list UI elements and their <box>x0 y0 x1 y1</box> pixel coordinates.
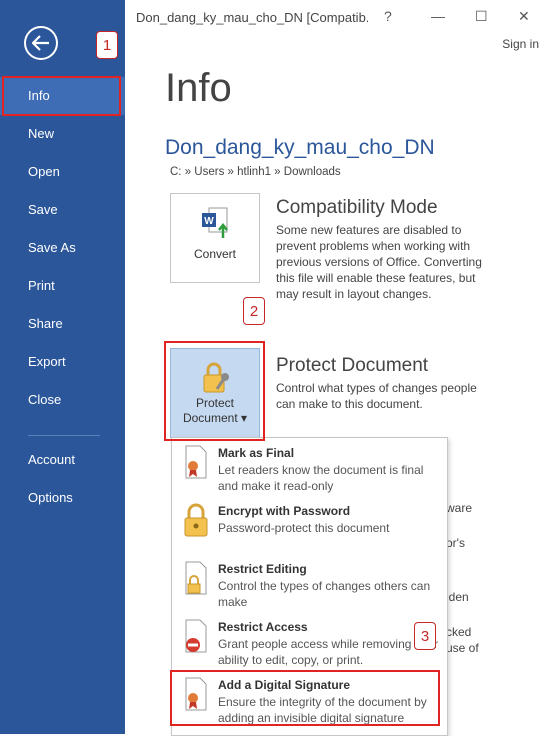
background-text-fragment: cked <box>446 625 472 639</box>
back-arrow-icon <box>32 35 49 51</box>
sign-in-link[interactable]: Sign in <box>502 37 539 51</box>
background-text-fragment: use of <box>446 641 479 655</box>
background-text-fragment: lden <box>446 590 469 604</box>
menu-item-desc: Password-protect this document <box>218 521 390 535</box>
ribbon-document-icon <box>185 445 207 479</box>
sidebar-item-label: Print <box>28 278 55 293</box>
sidebar-item-label: Options <box>28 490 73 505</box>
menu-item-desc: Control the types of changes others can … <box>218 579 431 609</box>
sidebar-item-share[interactable]: Share <box>0 305 125 343</box>
word-convert-icon: W <box>202 207 228 238</box>
lock-icon <box>184 503 208 537</box>
menu-item-restrict-editing[interactable]: Restrict Editing Control the types of ch… <box>172 554 447 612</box>
document-name: Don_dang_ky_mau_cho_DN <box>165 136 435 159</box>
protect-document-title: Protect Document <box>276 355 429 376</box>
convert-button-label: Convert <box>193 247 237 261</box>
callout-number-3: 3 <box>414 622 436 650</box>
minimize-button[interactable]: — <box>431 8 445 24</box>
sidebar-item-save-as[interactable]: Save As <box>0 229 125 267</box>
callout-number-1: 1 <box>96 31 118 59</box>
menu-item-encrypt-with-password[interactable]: Encrypt with Password Password-protect t… <box>172 496 447 554</box>
sidebar-item-label: Save <box>28 202 58 217</box>
sidebar-item-export[interactable]: Export <box>0 343 125 381</box>
callout-highlight-signature <box>170 670 440 726</box>
protect-document-desc: Control what types of changes people can… <box>276 381 477 411</box>
convert-button[interactable]: W Convert <box>170 193 260 283</box>
svg-text:W: W <box>204 216 214 227</box>
callout-highlight-info <box>2 76 121 116</box>
sidebar-item-label: Open <box>28 164 60 179</box>
page-title: Info <box>165 66 232 110</box>
sidebar-item-label: Close <box>28 392 62 407</box>
menu-item-title: Restrict Access <box>218 620 308 634</box>
no-entry-document-icon <box>185 619 207 653</box>
sidebar-item-account[interactable]: Account <box>0 441 125 479</box>
sidebar-item-label: Save As <box>28 240 76 255</box>
back-arrow-button[interactable] <box>24 26 58 60</box>
sidebar-item-new[interactable]: New <box>0 115 125 153</box>
menu-item-title: Encrypt with Password <box>218 504 351 518</box>
menu-item-title: Mark as Final <box>218 446 295 460</box>
sidebar-item-options[interactable]: Options <box>0 479 125 517</box>
sidebar-item-label: Account <box>28 452 75 467</box>
callout-highlight-protect <box>164 341 265 441</box>
compatibility-mode-title: Compatibility Mode <box>276 197 438 218</box>
compatibility-mode-desc: Some new features are disabled to preven… <box>276 223 482 301</box>
sidebar-item-label: Share <box>28 316 63 331</box>
lock-document-icon <box>185 561 207 595</box>
document-path[interactable]: C: » Users » htlinh1 » Downloads <box>170 166 341 178</box>
close-window-button[interactable]: ✕ <box>518 8 530 25</box>
callout-number-2: 2 <box>243 297 265 325</box>
sidebar-divider <box>28 435 100 436</box>
sidebar-item-save[interactable]: Save <box>0 191 125 229</box>
help-button[interactable]: ? <box>384 8 392 24</box>
maximize-button[interactable]: ☐ <box>475 8 488 25</box>
menu-item-restrict-access[interactable]: Restrict Access Grant people access whil… <box>172 612 447 670</box>
sidebar-item-close[interactable]: Close <box>0 381 125 419</box>
menu-item-title: Restrict Editing <box>218 562 307 576</box>
window-title: Don_dang_ky_mau_cho_DN [Compatib... <box>136 10 368 25</box>
sidebar-item-open[interactable]: Open <box>0 153 125 191</box>
menu-item-mark-as-final[interactable]: Mark as Final Let readers know the docum… <box>172 438 447 496</box>
sidebar-item-print[interactable]: Print <box>0 267 125 305</box>
background-text-fragment: ware <box>446 501 473 515</box>
sidebar-item-label: New <box>28 126 55 141</box>
background-text-fragment: or's <box>446 536 465 550</box>
sidebar-item-label: Export <box>28 354 66 369</box>
menu-item-desc: Grant people access while removing their… <box>218 637 439 667</box>
menu-item-desc: Let readers know the document is final a… <box>218 463 424 493</box>
